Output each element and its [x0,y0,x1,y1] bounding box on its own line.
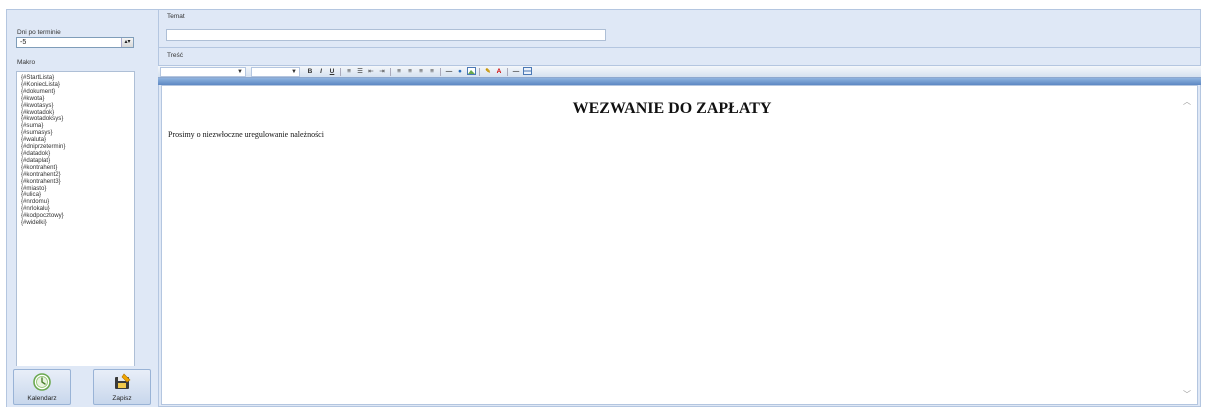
highlight-icon[interactable]: ✎ [483,67,493,77]
align-left-icon[interactable]: ≡ [394,67,404,77]
days-after-due-value: -5 [20,39,27,46]
divider [158,47,1201,48]
save-icon [113,373,131,393]
font-family-select[interactable]: ▼ [160,67,246,77]
outdent-icon[interactable]: ⇤ [366,67,376,77]
table-icon[interactable] [522,67,532,77]
toolbar-separator [507,68,508,76]
macro-list[interactable]: {#StartLista} {#KoniecLista} {#dokument} {#… [16,71,135,371]
ordered-list-icon[interactable]: ≡ [344,67,354,77]
italic-button[interactable]: I [316,67,326,77]
link-icon[interactable]: ● [455,67,465,77]
app-window: Dni po terminie -5 ▴▾ Makro {#StartLista… [6,9,1201,407]
underline-button[interactable]: U [327,67,337,77]
toolbar-separator [479,68,480,76]
calendar-clock-icon [33,373,51,393]
macro-label: Makro [17,59,36,66]
justify-icon[interactable]: ≡ [427,67,437,77]
days-after-due-label: Dni po terminie [17,29,61,36]
rich-text-editor[interactable]: WEZWANIE DO ZAPŁATY Prosimy o niezwłoczn… [161,85,1198,405]
chevron-down-icon: ▼ [291,69,297,75]
font-color-icon[interactable]: A [494,67,504,77]
chevron-down-icon: ▼ [237,69,243,75]
toolbar-bottom-band [158,78,1201,85]
macro-list-item[interactable]: {#widelki} [21,219,134,227]
image-icon[interactable] [466,67,476,77]
document-heading: WEZWANIE DO ZAPŁATY [572,100,772,117]
scroll-down-icon[interactable]: ﹀ [1183,389,1191,400]
right-panel: Temat Treść ▼ ▼ B I U ≡ ☰ ⇤ ⇥ ≡ ≡ ≡ ≡ — … [158,10,1201,407]
align-right-icon[interactable]: ≡ [416,67,426,77]
calendar-button[interactable]: Kalendarz [13,369,71,405]
indent-icon[interactable]: ⇥ [377,67,387,77]
save-button-label: Zapisz [112,395,132,402]
toolbar-separator [440,68,441,76]
calendar-button-label: Kalendarz [27,395,57,402]
content-label: Treść [167,52,184,59]
days-after-due-spinner[interactable]: -5 ▴▾ [16,37,134,48]
left-panel: Dni po terminie -5 ▴▾ Makro {#StartLista… [7,10,159,407]
horizontal-rule-icon[interactable]: — [444,67,454,77]
subject-input[interactable] [166,29,606,41]
toolbar-separator [340,68,341,76]
toolbar-separator [390,68,391,76]
bottom-button-bar: Kalendarz Zapisz [7,366,158,407]
bold-button[interactable]: B [305,67,315,77]
spinner-up-down-button[interactable]: ▴▾ [121,38,133,47]
font-size-select[interactable]: ▼ [251,67,300,77]
align-center-icon[interactable]: ≡ [405,67,415,77]
subject-label: Temat [167,13,185,20]
save-button[interactable]: Zapisz [93,369,151,405]
line-icon[interactable]: — [511,67,521,77]
editor-toolbar: ▼ ▼ B I U ≡ ☰ ⇤ ⇥ ≡ ≡ ≡ ≡ — ● ✎ A — [158,65,1201,78]
document-body-text: Prosimy o niezwłoczne uregulowanie należ… [168,130,324,139]
scroll-up-icon[interactable]: ︿ [1183,96,1191,107]
unordered-list-icon[interactable]: ☰ [355,67,365,77]
